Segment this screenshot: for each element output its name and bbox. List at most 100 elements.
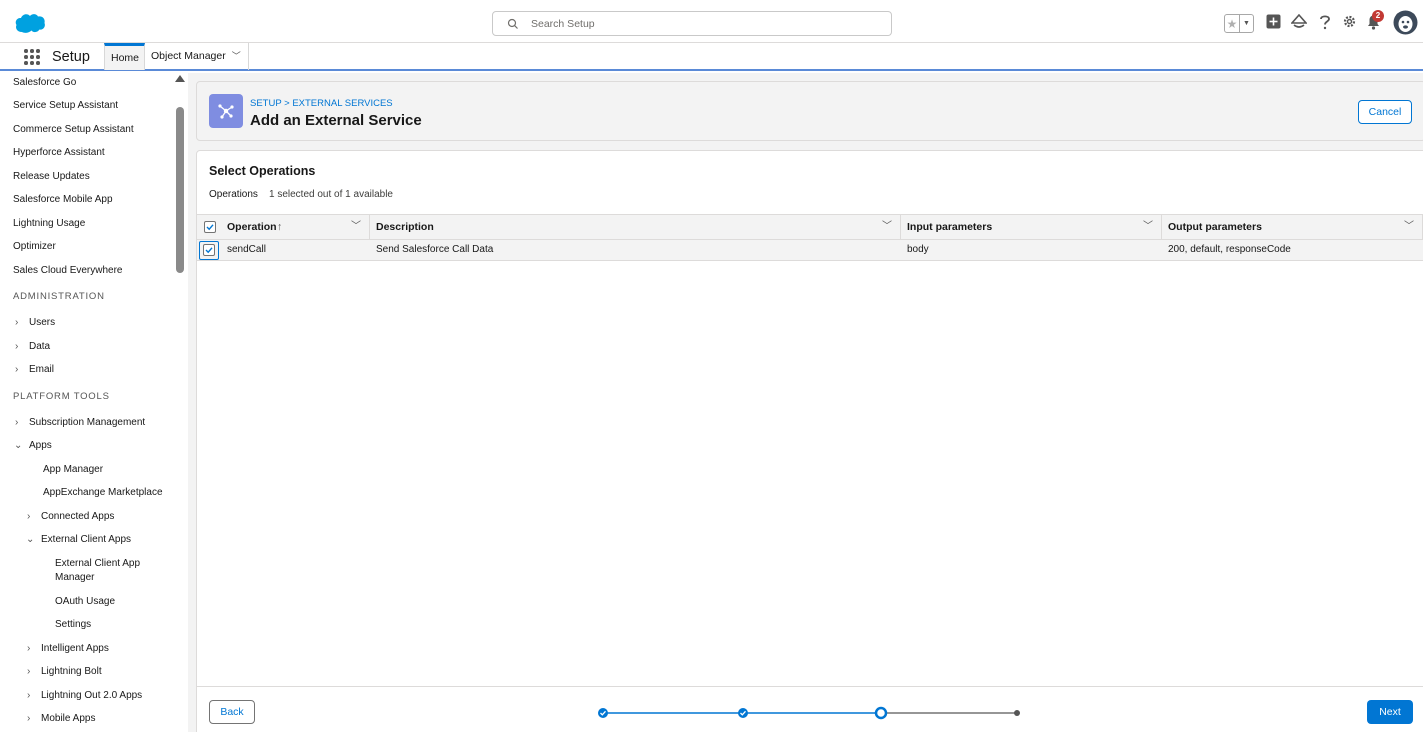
sidebar-item-settings[interactable]: Settings xyxy=(55,619,91,630)
table-row[interactable]: sendCall Send Salesforce Call Data body … xyxy=(197,240,1423,261)
external-services-icon xyxy=(209,94,243,128)
sidebar-item-external-client-apps[interactable]: External Client Apps xyxy=(41,534,131,545)
page-header: SETUP > EXTERNAL SERVICES Add an Externa… xyxy=(196,81,1423,141)
tab-home[interactable]: Home xyxy=(104,43,145,70)
notification-badge: 2 xyxy=(1372,10,1384,22)
sidebar-item-users[interactable]: Users xyxy=(29,317,55,328)
sidebar-section-platform-tools: PLATFORM TOOLS xyxy=(13,391,110,402)
sidebar-item-lightning-usage[interactable]: Lightning Usage xyxy=(13,218,85,229)
chevron-right-icon[interactable]: › xyxy=(15,341,18,352)
avatar[interactable] xyxy=(1393,10,1418,35)
sidebar-item-lightning-out-apps[interactable]: Lightning Out 2.0 Apps xyxy=(41,690,142,701)
chevron-right-icon[interactable]: › xyxy=(15,364,18,375)
app-launcher-icon[interactable] xyxy=(24,49,40,65)
tab-object-manager[interactable]: Object Manager ﹀ xyxy=(145,43,249,70)
column-output-label: Output parameters xyxy=(1168,221,1262,233)
column-description[interactable]: Description ﹀ xyxy=(370,215,901,239)
progress-step-complete-icon xyxy=(598,708,608,718)
gear-icon[interactable] xyxy=(1342,14,1357,29)
chevron-down-icon[interactable]: ﹀ xyxy=(232,43,241,70)
back-button[interactable]: Back xyxy=(209,700,255,724)
chevron-right-icon[interactable]: › xyxy=(27,690,30,701)
chevron-right-icon[interactable]: › xyxy=(27,511,30,522)
context-bar: Setup Home Object Manager ﹀ xyxy=(0,43,1423,71)
chevron-down-icon[interactable]: ﹀ xyxy=(882,215,892,239)
row-checkbox-focus[interactable] xyxy=(199,241,219,260)
cell-output: 200, default, responseCode xyxy=(1168,244,1291,255)
column-operation-label: Operation xyxy=(227,221,277,233)
table-header: Operation ↑ ﹀ Description ﹀ Input parame… xyxy=(197,214,1423,240)
sidebar-item-data[interactable]: Data xyxy=(29,341,50,352)
tab-home-label: Home xyxy=(111,52,140,64)
tab-object-manager-label: Object Manager xyxy=(151,50,226,62)
help-icon[interactable] xyxy=(1318,14,1332,30)
progress-step-incomplete xyxy=(1014,710,1020,716)
chevron-right-icon[interactable]: › xyxy=(27,643,30,654)
sidebar-item-release-updates[interactable]: Release Updates xyxy=(13,171,90,182)
scroll-up-arrow-icon[interactable] xyxy=(175,75,185,82)
column-operation[interactable]: Operation ↑ ﹀ xyxy=(197,215,370,239)
operations-label: Operations xyxy=(209,189,258,200)
sort-ascending-icon[interactable]: ↑ xyxy=(277,215,282,239)
chevron-right-icon[interactable]: › xyxy=(27,713,30,724)
card-title: Select Operations xyxy=(209,164,316,178)
sidebar-item-service-setup-assistant[interactable]: Service Setup Assistant xyxy=(13,100,118,111)
chevron-down-icon[interactable]: ﹀ xyxy=(351,215,361,239)
search-input[interactable]: Search Setup xyxy=(492,11,892,36)
sidebar-item-app-manager[interactable]: App Manager xyxy=(43,464,103,475)
sidebar-scroll-thumb[interactable] xyxy=(176,107,184,273)
operations-count: 1 selected out of 1 available xyxy=(269,189,393,200)
star-icon[interactable]: ★ xyxy=(1225,15,1240,32)
progress-step-complete-icon xyxy=(738,708,748,718)
progress-step-current xyxy=(874,706,888,720)
column-output-parameters[interactable]: Output parameters ﹀ xyxy=(1162,215,1423,239)
global-header: Search Setup ★ ▼ 2 xyxy=(0,0,1423,43)
search-placeholder: Search Setup xyxy=(531,18,595,30)
chevron-right-icon[interactable]: › xyxy=(27,666,30,677)
sidebar-item-commerce-setup-assistant[interactable]: Commerce Setup Assistant xyxy=(13,124,134,135)
sidebar-item-external-client-app-manager[interactable]: External Client App xyxy=(55,558,140,569)
sidebar-item-hyperforce-assistant[interactable]: Hyperforce Assistant xyxy=(13,147,105,158)
select-operations-card: Select Operations Operations 1 selected … xyxy=(196,150,1423,732)
sidebar-item-apps[interactable]: Apps xyxy=(29,440,52,451)
sidebar-item-salesforce-go[interactable]: Salesforce Go xyxy=(13,77,76,88)
chevron-right-icon[interactable]: › xyxy=(15,417,18,428)
sidebar-item-external-client-app-manager-line2[interactable]: Manager xyxy=(55,572,94,583)
page-title: Add an External Service xyxy=(250,112,422,129)
setup-sidebar: Salesforce Go Service Setup Assistant Co… xyxy=(0,73,188,732)
sidebar-item-sales-cloud-everywhere[interactable]: Sales Cloud Everywhere xyxy=(13,265,123,276)
column-description-label: Description xyxy=(376,221,434,233)
cancel-button[interactable]: Cancel xyxy=(1358,100,1412,124)
sidebar-item-intelligent-apps[interactable]: Intelligent Apps xyxy=(41,643,109,654)
chevron-down-icon[interactable]: ▼ xyxy=(1240,15,1253,32)
cell-input: body xyxy=(907,244,929,255)
row-checkbox[interactable] xyxy=(203,244,215,256)
chevron-down-icon[interactable]: ﹀ xyxy=(1143,215,1153,239)
sidebar-item-optimizer[interactable]: Optimizer xyxy=(13,241,56,252)
app-name: Setup xyxy=(52,49,90,65)
chevron-down-icon[interactable]: ﹀ xyxy=(1404,215,1414,239)
column-input-parameters[interactable]: Input parameters ﹀ xyxy=(901,215,1162,239)
favorites-group[interactable]: ★ ▼ xyxy=(1224,14,1254,33)
column-input-label: Input parameters xyxy=(907,221,993,233)
sidebar-item-connected-apps[interactable]: Connected Apps xyxy=(41,511,114,522)
sidebar-item-appexchange-marketplace[interactable]: AppExchange Marketplace xyxy=(43,487,163,498)
next-button[interactable]: Next xyxy=(1367,700,1413,724)
sidebar-item-salesforce-mobile-app[interactable]: Salesforce Mobile App xyxy=(13,194,113,205)
chevron-down-icon[interactable]: ⌄ xyxy=(14,440,22,451)
sidebar-item-subscription-management[interactable]: Subscription Management xyxy=(29,417,145,428)
salesforce-logo[interactable] xyxy=(14,12,46,34)
sidebar-item-lightning-bolt[interactable]: Lightning Bolt xyxy=(41,666,102,677)
chevron-right-icon[interactable]: › xyxy=(15,317,18,328)
sidebar-item-email[interactable]: Email xyxy=(29,364,54,375)
progress-indicator xyxy=(598,706,1020,720)
add-icon[interactable] xyxy=(1266,14,1281,29)
sidebar-item-mobile-apps[interactable]: Mobile Apps xyxy=(41,713,95,724)
select-all-checkbox[interactable] xyxy=(204,221,216,233)
trailhead-icon[interactable] xyxy=(1291,14,1307,29)
sidebar-item-oauth-usage[interactable]: OAuth Usage xyxy=(55,596,115,607)
chevron-down-icon[interactable]: ⌄ xyxy=(26,534,34,545)
breadcrumb[interactable]: SETUP > EXTERNAL SERVICES xyxy=(250,98,393,109)
search-icon xyxy=(507,18,518,29)
cell-description: Send Salesforce Call Data xyxy=(376,244,494,255)
